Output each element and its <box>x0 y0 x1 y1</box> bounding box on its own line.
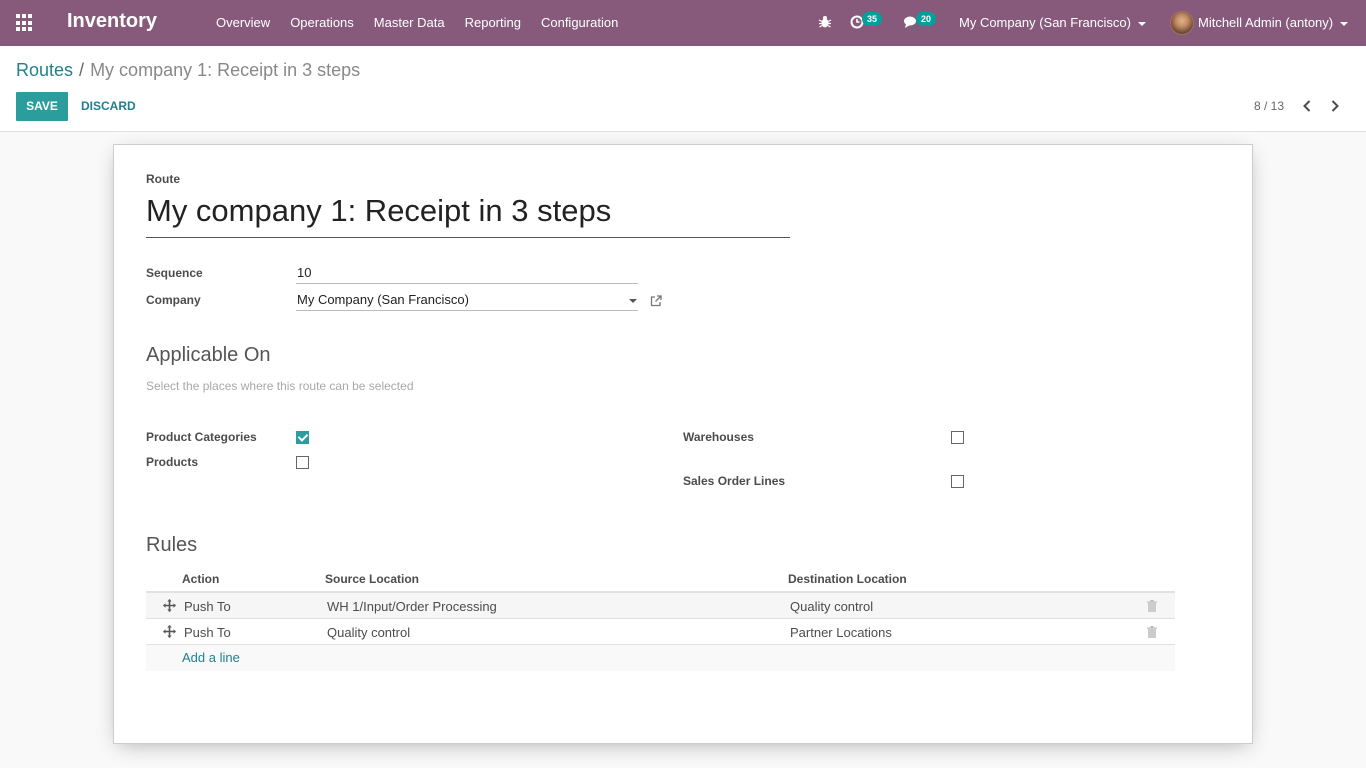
company-switcher-label: My Company (San Francisco) <box>959 15 1131 30</box>
breadcrumb: Routes / My company 1: Receipt in 3 steps <box>16 60 360 81</box>
column-header-action[interactable]: Action <box>182 572 219 586</box>
user-menu[interactable]: Mitchell Admin (antony) <box>1198 0 1349 46</box>
rule-source: Quality control <box>327 625 411 640</box>
app-title[interactable]: Inventory <box>67 10 157 33</box>
breadcrumb-current: My company 1: Receipt in 3 steps <box>90 60 361 80</box>
products-label: Products <box>146 455 199 469</box>
rule-source: WH 1/Input/Order Processing <box>327 599 497 614</box>
route-name-input[interactable]: My company 1: Receipt in 3 steps <box>146 193 790 238</box>
breadcrumb-routes-link[interactable]: Routes <box>16 60 73 80</box>
chevron-down-icon <box>629 299 637 303</box>
user-avatar[interactable] <box>1170 11 1194 35</box>
trash-icon[interactable] <box>1147 600 1157 612</box>
rules-title: Rules <box>146 534 198 556</box>
discard-button[interactable]: DISCARD <box>81 92 136 121</box>
breadcrumb-separator: / <box>79 60 85 80</box>
company-switcher[interactable]: My Company (San Francisco) <box>959 0 1146 46</box>
rules-table: Action Source Location Destination Locat… <box>146 565 1175 671</box>
chevron-right-icon[interactable] <box>1329 99 1341 113</box>
menu-overview[interactable]: Overview <box>206 0 280 46</box>
applicable-on-title: Applicable On <box>146 344 271 366</box>
user-name: Mitchell Admin (antony) <box>1198 15 1334 30</box>
column-header-destination[interactable]: Destination Location <box>788 572 907 586</box>
drag-handle-icon[interactable] <box>163 625 176 638</box>
top-navbar: Inventory Overview Operations Master Dat… <box>0 0 1366 46</box>
warehouses-checkbox[interactable] <box>951 431 964 444</box>
menu-master-data[interactable]: Master Data <box>364 0 455 46</box>
products-checkbox[interactable] <box>296 456 309 469</box>
main-menu: Overview Operations Master Data Reportin… <box>206 0 628 46</box>
chevron-down-icon <box>1340 21 1349 26</box>
debug-bug-icon[interactable] <box>818 15 832 29</box>
company-select-value: My Company (San Francisco) <box>297 292 469 307</box>
menu-configuration[interactable]: Configuration <box>531 0 628 46</box>
route-label: Route <box>146 172 180 186</box>
rules-table-header: Action Source Location Destination Locat… <box>146 565 1175 593</box>
rule-action: Push To <box>184 625 231 640</box>
company-label: Company <box>146 293 201 307</box>
sales-order-lines-checkbox[interactable] <box>951 475 964 488</box>
column-header-source[interactable]: Source Location <box>325 572 419 586</box>
applicable-on-help: Select the places where this route can b… <box>146 379 414 393</box>
warehouses-label: Warehouses <box>683 430 754 444</box>
apps-menu-icon[interactable] <box>16 14 34 32</box>
sales-order-lines-label: Sales Order Lines <box>683 474 786 488</box>
table-row[interactable]: Push To Quality control Partner Location… <box>146 619 1175 645</box>
menu-operations[interactable]: Operations <box>280 0 364 46</box>
activity-count-badge: 35 <box>862 12 883 26</box>
menu-reporting[interactable]: Reporting <box>455 0 531 46</box>
trash-icon[interactable] <box>1147 626 1157 638</box>
chevron-left-icon[interactable] <box>1301 99 1313 113</box>
add-line-link[interactable]: Add a line <box>182 650 240 665</box>
rule-destination: Partner Locations <box>790 625 892 640</box>
product-categories-checkbox[interactable] <box>296 431 309 444</box>
table-row[interactable]: Push To WH 1/Input/Order Processing Qual… <box>146 593 1175 619</box>
message-count-badge: 20 <box>916 12 937 26</box>
sequence-input[interactable]: 10 <box>296 263 638 284</box>
chevron-down-icon <box>1137 21 1146 26</box>
add-line-row: Add a line <box>146 645 1175 671</box>
product-categories-label: Product Categories <box>146 430 257 444</box>
rule-destination: Quality control <box>790 599 874 614</box>
form-sheet: Route My company 1: Receipt in 3 steps S… <box>113 144 1253 744</box>
external-link-icon[interactable] <box>649 294 663 308</box>
sequence-label: Sequence <box>146 266 203 280</box>
pager-value[interactable]: 8 / 13 <box>1254 99 1284 113</box>
rule-action: Push To <box>184 599 231 614</box>
drag-handle-icon[interactable] <box>163 599 176 612</box>
save-button[interactable]: SAVE <box>16 92 68 121</box>
control-panel: Routes / My company 1: Receipt in 3 steps … <box>0 46 1366 132</box>
company-select[interactable]: My Company (San Francisco) <box>296 290 638 311</box>
